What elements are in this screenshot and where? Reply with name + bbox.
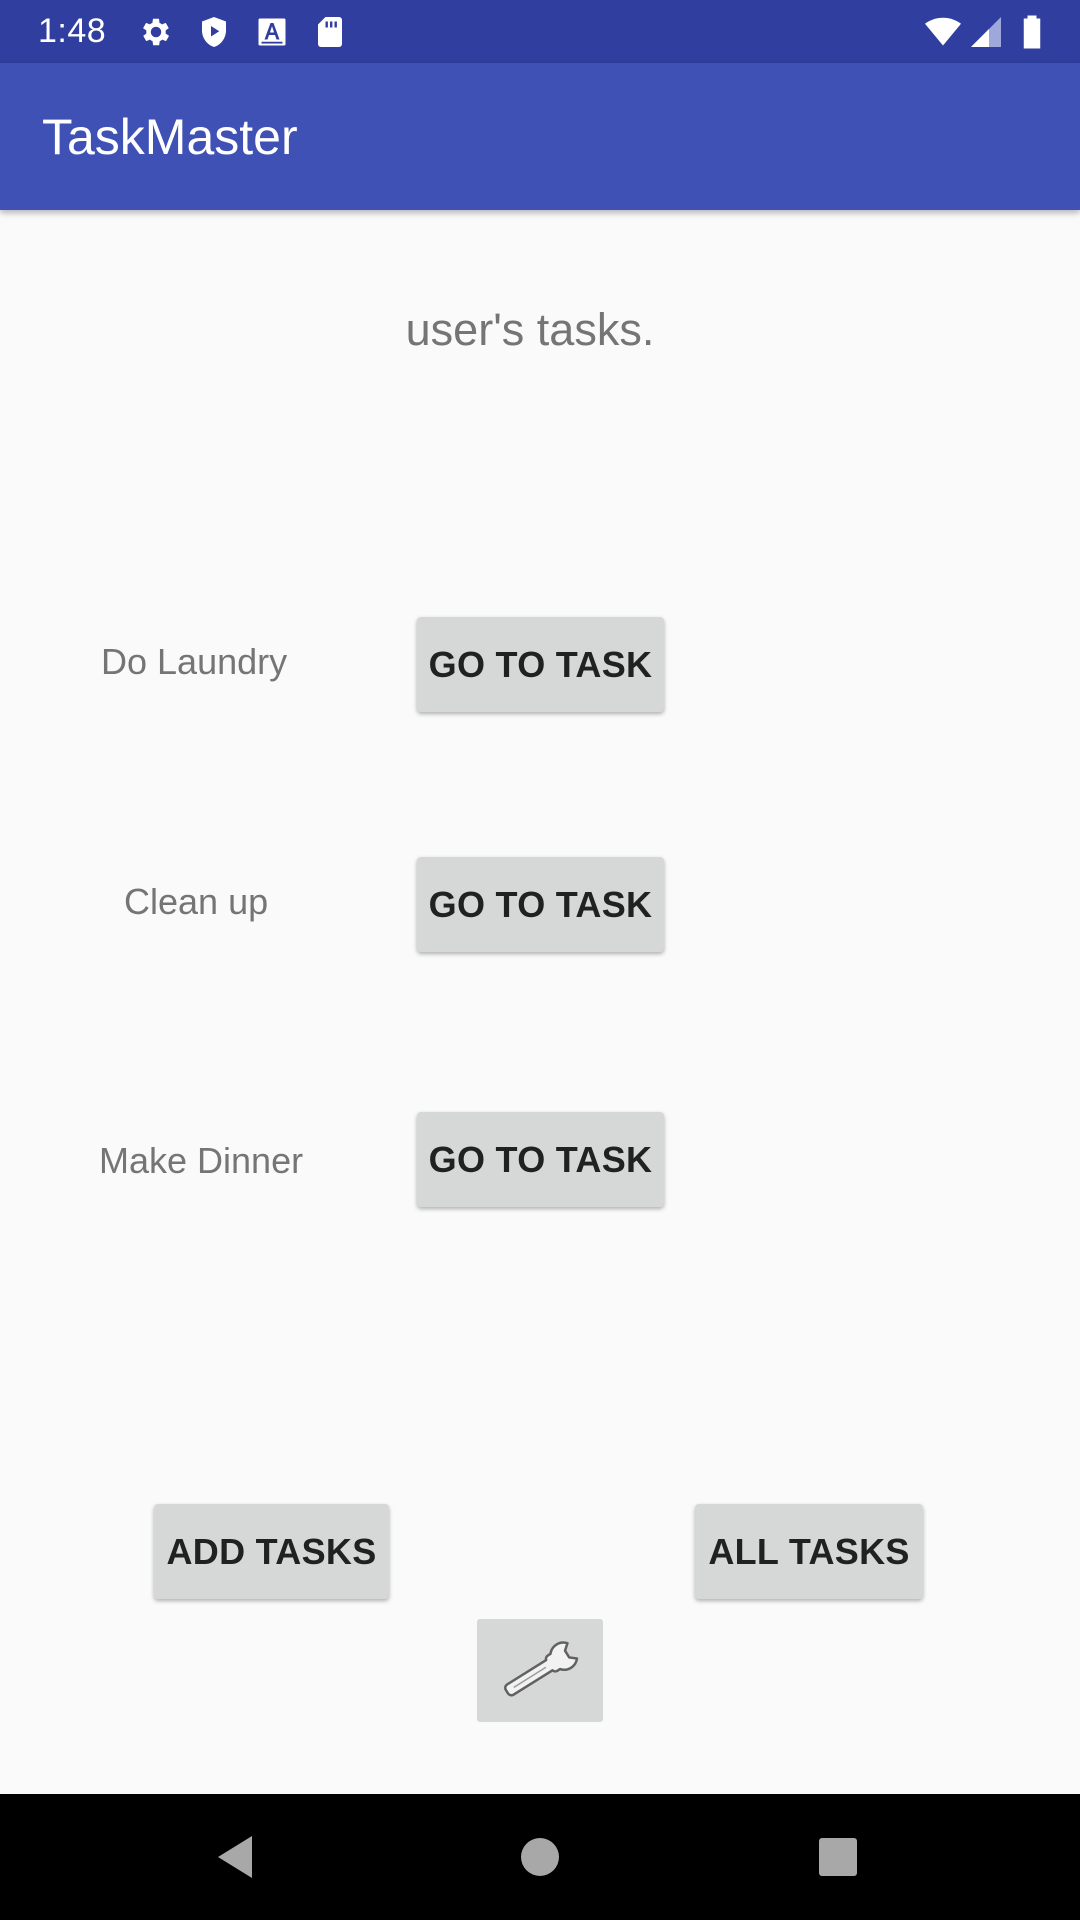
shield-play-icon bbox=[196, 14, 232, 50]
wrench-icon bbox=[504, 1641, 579, 1697]
wifi-icon bbox=[922, 14, 964, 50]
back-icon[interactable] bbox=[210, 1830, 264, 1884]
task-label: Clean up bbox=[124, 881, 269, 922]
navigation-bar bbox=[0, 1794, 1080, 1920]
battery-icon bbox=[1012, 14, 1052, 50]
status-time: 1:48 bbox=[38, 12, 107, 50]
go-to-task-button[interactable]: GO TO TASK bbox=[417, 857, 664, 952]
text-a-icon bbox=[254, 14, 290, 50]
go-to-task-button[interactable]: GO TO TASK bbox=[417, 617, 664, 712]
home-icon[interactable] bbox=[513, 1830, 567, 1884]
cellular-signal-icon bbox=[968, 14, 1004, 50]
task-label: Make Dinner bbox=[99, 1140, 304, 1181]
app-title: TaskMaster bbox=[42, 109, 298, 165]
task-label: Do Laundry bbox=[101, 641, 288, 682]
screen: 1:48 TaskMaster user's tasks. Do Laundry bbox=[0, 0, 1080, 1920]
settings-gear-icon bbox=[138, 14, 174, 50]
all-tasks-button[interactable]: ALL TASKS bbox=[695, 1504, 923, 1599]
page-subtitle: user's tasks. bbox=[405, 304, 655, 355]
add-tasks-button[interactable]: ADD TASKS bbox=[154, 1504, 389, 1599]
status-bar: 1:48 bbox=[0, 0, 1080, 63]
go-to-task-button[interactable]: GO TO TASK bbox=[417, 1112, 664, 1207]
recents-icon[interactable] bbox=[811, 1830, 865, 1884]
settings-button[interactable] bbox=[477, 1619, 603, 1722]
sd-card-icon bbox=[312, 14, 348, 50]
app-bar: TaskMaster bbox=[0, 63, 1080, 210]
